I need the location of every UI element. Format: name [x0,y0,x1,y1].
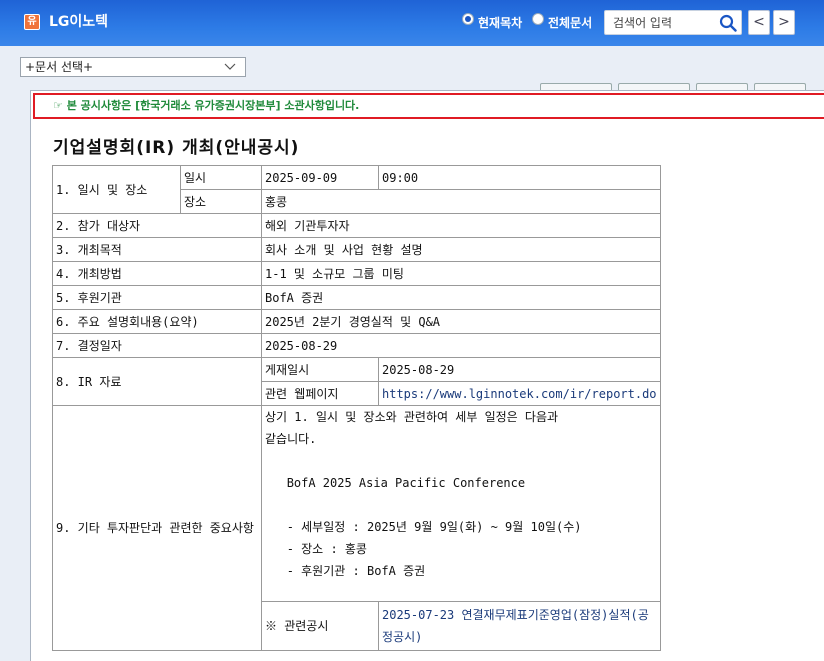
table-row: 6. 주요 설명회내용(요약) 2025년 2분기 경영실적 및 Q&A [52,309,661,334]
table-row: 9. 기타 투자판단과 관련한 중요사항 상기 1. 일시 및 장소와 관련하여… [52,405,661,651]
sub-label: 게재일시 [261,357,379,382]
table-row: 3. 개최목적 회사 소개 및 사업 현황 설명 [52,237,661,262]
table-row: 4. 개최방법 1-1 및 소규모 그룹 미팅 [52,261,661,286]
search-icon[interactable] [719,14,737,32]
chevron-down-icon [224,63,236,70]
jurisdiction-notice: ☞ 본 공시사항은 [한국거래소 유가증권시장본부] 소관사항입니다. [33,93,824,119]
document-frame: ☞ 본 공시사항은 [한국거래소 유가증권시장본부] 소관사항입니다. 기업설명… [30,90,824,661]
table-row: 1. 일시 및 장소 일시 2025-09-09 09:00 [52,165,661,214]
table-row: 2. 참가 대상자 해외 기관투자자 [52,213,661,238]
prev-button[interactable]: < [748,10,770,35]
row-label: 1. 일시 및 장소 [52,165,181,214]
page-title: 기업설명회(IR) 개최(안내공시) [53,138,300,158]
memo-text: 상기 1. 일시 및 장소와 관련하여 세부 일정은 다음과 같습니다. Bof… [261,405,661,602]
company-name: LG이노텍 [49,14,109,30]
row-label: 8. IR 자료 [52,357,262,406]
radio-current-toc[interactable] [462,13,474,25]
row-label: 3. 개최목적 [52,237,262,262]
radio-all-docs-label[interactable]: 전체문서 [548,14,592,31]
row-label: 7. 결정일자 [52,333,262,358]
cell-value: 2025-08-29 [261,333,661,358]
disclosure-table: 1. 일시 및 장소 일시 2025-09-09 09:00 장소 홍콩 2. … [52,165,661,651]
sub-label: ※ 관련공시 [261,601,379,651]
table-row: 7. 결정일자 2025-08-29 [52,333,661,358]
sub-label: 관련 웹페이지 [261,381,379,406]
next-button[interactable]: > [773,10,795,35]
document-select[interactable]: +문서 선택+ [20,57,246,77]
cell-value: BofA 증권 [261,285,661,310]
search-input[interactable] [605,11,713,34]
document-select-value: +문서 선택+ [25,60,94,74]
cell-value: 홍콩 [261,189,661,214]
related-disclosure-link[interactable]: 2025-07-23 연결재무제표기준영업(잠정)실적(공정공시) [378,601,661,651]
ir-report-link[interactable]: https://www.lginnotek.com/ir/report.do [378,381,661,406]
search-box [604,10,742,35]
app-header: 유 LG이노텍 현재목차 전체문서 < > [0,0,824,46]
radio-current-toc-label[interactable]: 현재목차 [478,14,522,31]
row-label: 2. 참가 대상자 [52,213,262,238]
radio-all-docs[interactable] [532,13,544,25]
cell-value: 회사 소개 및 사업 현황 설명 [261,237,661,262]
sub-label: 일시 [180,165,262,190]
row-label: 6. 주요 설명회내용(요약) [52,309,262,334]
row-label: 4. 개최방법 [52,261,262,286]
cell-value: 2025-09-09 [261,165,379,190]
cell-value: 1-1 및 소규모 그룹 미팅 [261,261,661,286]
cell-value: 2025-08-29 [378,357,661,382]
table-row: 8. IR 자료 게재일시 2025-08-29 [52,357,661,406]
cell-value: 2025년 2분기 경영실적 및 Q&A [261,309,661,334]
row-label: 5. 후원기관 [52,285,262,310]
sub-label: 장소 [180,189,262,214]
logo-icon: 유 [24,14,40,30]
table-row: 5. 후원기관 BofA 증권 [52,285,661,310]
cell-value: 해외 기관투자자 [261,213,661,238]
cell-value: 09:00 [378,165,661,190]
row-label: 9. 기타 투자판단과 관련한 중요사항 [52,405,262,651]
